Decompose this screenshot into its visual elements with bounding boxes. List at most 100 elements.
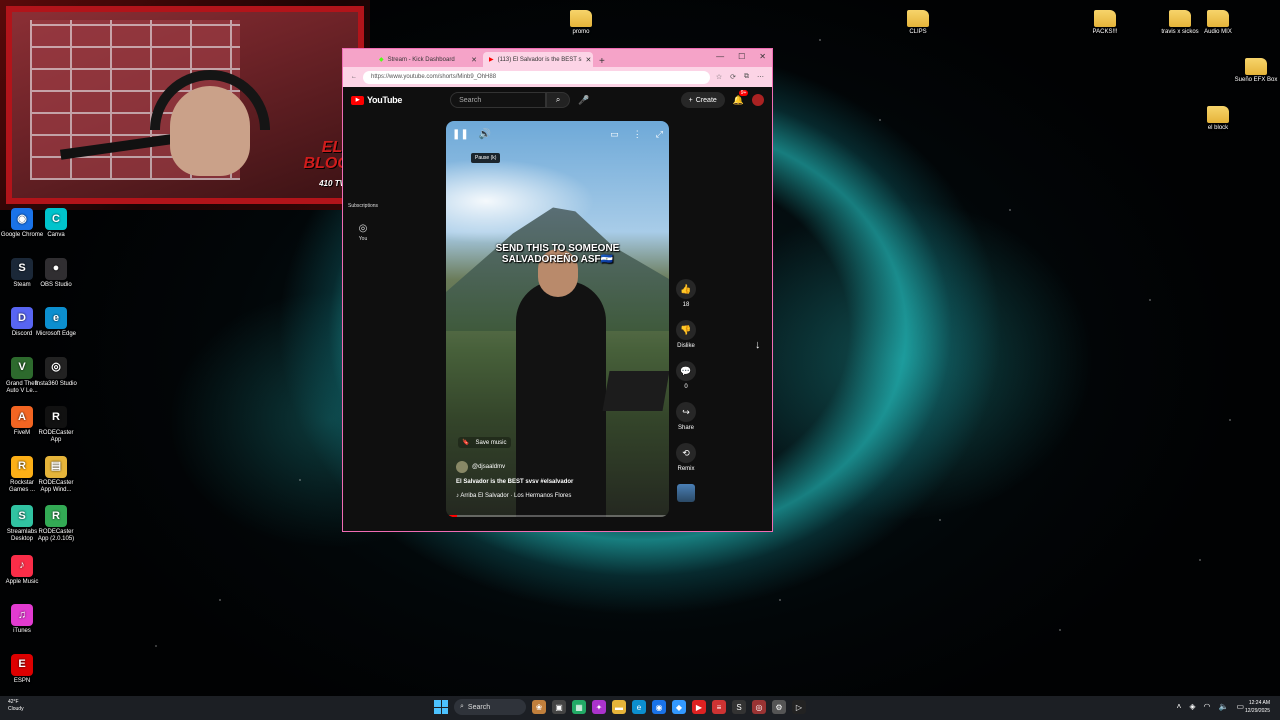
close-window-icon[interactable]: ✕ — [759, 52, 766, 61]
plus-icon: + — [688, 96, 693, 104]
minimize-icon[interactable]: — — [716, 52, 724, 61]
app-icon: ● — [45, 257, 67, 280]
refresh-icon[interactable]: ⟳ — [730, 73, 736, 81]
desktop-icon-label: ESPN — [13, 677, 31, 684]
desktop-icon[interactable]: ▤ RODECaster App Wind... — [34, 455, 78, 494]
search-icon[interactable]: ⌕ — [546, 92, 571, 108]
settings-icon[interactable]: ⚙ — [772, 700, 786, 714]
youtube-app-icon[interactable]: ▶ — [692, 700, 706, 714]
clock-time: 12:24 AM — [1248, 700, 1270, 706]
notes-icon[interactable]: ≡ — [712, 700, 726, 714]
dislike-button[interactable]: 👎 Dislike — [673, 320, 699, 349]
youtube-logo[interactable]: ▶ YouTube — [351, 95, 402, 105]
channel-link[interactable]: @djsaaldmv — [456, 461, 505, 473]
remix-button[interactable]: ⟲ Remix — [673, 443, 699, 472]
avatar[interactable] — [752, 94, 764, 106]
tab-youtube-shorts[interactable]: ▶ (113) El Salvador is the BEST s ✕ — [483, 52, 593, 67]
taskbar-search[interactable]: ⌕ Search — [454, 699, 526, 715]
app-icon[interactable]: S — [732, 700, 746, 714]
app-icon: ◎ — [45, 356, 67, 379]
task-view-icon[interactable]: ▣ — [552, 700, 566, 714]
save-music-label: Save music — [475, 439, 507, 446]
app-icon[interactable]: ◆ — [672, 700, 686, 714]
close-tab-icon[interactable]: ✕ — [585, 56, 591, 64]
widgets-icon[interactable]: ❀ — [532, 700, 546, 714]
media-player-icon[interactable]: ▷ — [792, 700, 806, 714]
desktop-icon[interactable]: E ESPN — [0, 653, 44, 685]
star-icon[interactable]: ☆ — [716, 73, 722, 81]
pause-icon[interactable]: ❚❚ — [452, 129, 469, 140]
app-icon[interactable]: ◎ — [752, 700, 766, 714]
back-icon[interactable]: ← — [351, 74, 357, 80]
desktop-icon[interactable]: ◎ Insta360 Studio — [34, 356, 78, 388]
microphone-icon[interactable]: 🎤 — [578, 95, 589, 106]
desktop-folder-promo[interactable]: promo — [559, 6, 603, 36]
desktop-icon-label: Apple Music — [5, 578, 39, 585]
youtube-search-input[interactable]: Search — [450, 92, 547, 108]
desktop-icon-label: Canva — [47, 232, 65, 238]
system-clock[interactable]: 12:24 AM 12/29/2025 — [1245, 699, 1270, 715]
extensions-icon[interactable]: ⧉ — [744, 73, 749, 81]
close-tab-icon[interactable]: ✕ — [471, 56, 477, 64]
maximize-icon[interactable]: ☐ — [738, 52, 745, 61]
volume-icon[interactable]: 🔊 — [479, 129, 491, 140]
volume-icon[interactable]: 🔈 — [1218, 702, 1228, 711]
sidebar-item-subscriptions[interactable]: Subscriptions — [343, 203, 383, 209]
desktop-folder-clips[interactable]: CLIPS — [896, 6, 940, 36]
desktop-icon[interactable]: ● OBS Studio — [34, 257, 78, 289]
sound-thumbnail[interactable] — [677, 484, 695, 502]
copilot-icon[interactable]: ✦ — [592, 700, 606, 714]
like-button[interactable]: 👍 18 — [673, 279, 699, 308]
chevron-up-icon[interactable]: ˄ — [1177, 702, 1182, 711]
tab-title: Stream - Kick Dashboard — [387, 56, 455, 63]
more-options-icon[interactable]: ⋮ — [633, 129, 642, 140]
comments-button[interactable]: 💬 0 — [673, 361, 699, 390]
desktop-folder-packs[interactable]: PACKS!!! — [1083, 6, 1127, 36]
desktop-icon[interactable]: e Microsoft Edge — [34, 307, 78, 338]
desktop-icon[interactable]: ♪ Apple Music — [0, 554, 44, 586]
desktop-icon[interactable]: C Canva — [34, 208, 78, 239]
video-title: El Salvador is the BEST svsv #elsalvador — [456, 479, 574, 485]
menu-dots-icon[interactable]: ⋯ — [757, 73, 764, 81]
bookmark-icon: 🔖 — [462, 440, 470, 446]
remix-label: Remix — [677, 466, 695, 472]
video-progress-bar[interactable] — [446, 515, 669, 517]
channel-avatar — [456, 461, 468, 473]
edge-icon[interactable]: e — [632, 700, 646, 714]
file-explorer-icon[interactable]: ▬ — [612, 700, 626, 714]
create-button[interactable]: + Create — [680, 92, 725, 108]
weather-widget[interactable]: 42°F Cloudy — [8, 699, 24, 713]
desktop-icon-label: RODECaster App Wind... — [38, 479, 74, 493]
arrow-down-icon[interactable]: ↓ — [755, 339, 761, 351]
video-top-right-controls: ▭ ⋮ ⤢ — [610, 129, 663, 140]
desktop-icon-label: promo — [572, 29, 590, 35]
windows-start-icon[interactable] — [434, 700, 448, 714]
tray-app-icon[interactable]: ◈ — [1189, 702, 1195, 711]
desktop-folder-audio-mix[interactable]: Audio MIX — [1196, 6, 1240, 36]
youtube-header: ▶ YouTube Search ⌕ 🎤 + Create 🔔 9+ — [343, 87, 772, 113]
chrome-icon[interactable]: ◉ — [652, 700, 666, 714]
address-bar[interactable]: https://www.youtube.com/shorts/Minb9_OhH… — [363, 70, 710, 84]
new-tab-icon[interactable]: + — [593, 56, 611, 67]
app-icon: R — [45, 505, 67, 527]
desktop-folder-sfx-box[interactable]: Sueño EFX Box — [1234, 54, 1278, 84]
tab-kick-dashboard[interactable]: ◆ Stream - Kick Dashboard ✕ — [373, 52, 483, 67]
notifications-button[interactable]: 🔔 9+ — [733, 89, 749, 106]
network-icon[interactable]: ◠ — [1203, 702, 1210, 711]
video-music-link[interactable]: ♪ Arriba El Salvador · Los Hermanos Flor… — [456, 493, 571, 499]
window-controls: — ☐ ✕ — [716, 52, 766, 61]
share-button[interactable]: ↪ Share — [673, 402, 699, 431]
store-icon[interactable]: ▦ — [572, 700, 586, 714]
captions-icon[interactable]: ▭ — [610, 129, 619, 140]
battery-icon[interactable]: ▭ — [1236, 702, 1244, 711]
fullscreen-icon[interactable]: ⤢ — [656, 129, 663, 140]
desktop-icon[interactable]: R RODECaster App — [34, 406, 78, 444]
app-icon: A — [11, 406, 33, 428]
desktop-folder-el-block[interactable]: el block — [1196, 102, 1240, 132]
shorts-video-player[interactable]: ❚❚ 🔊 ▭ ⋮ ⤢ Pause (k) SEND THIS TO SOMEON… — [446, 121, 669, 517]
sidebar-item-you[interactable]: ◎ You — [343, 223, 383, 242]
save-music-button[interactable]: 🔖 Save music — [458, 437, 511, 448]
video-top-controls: ❚❚ 🔊 ▭ ⋮ ⤢ — [452, 129, 663, 140]
desktop-icon[interactable]: ♫ iTunes — [0, 604, 44, 635]
desktop-icon[interactable]: R RODECaster App (2.0.105) — [34, 505, 78, 543]
